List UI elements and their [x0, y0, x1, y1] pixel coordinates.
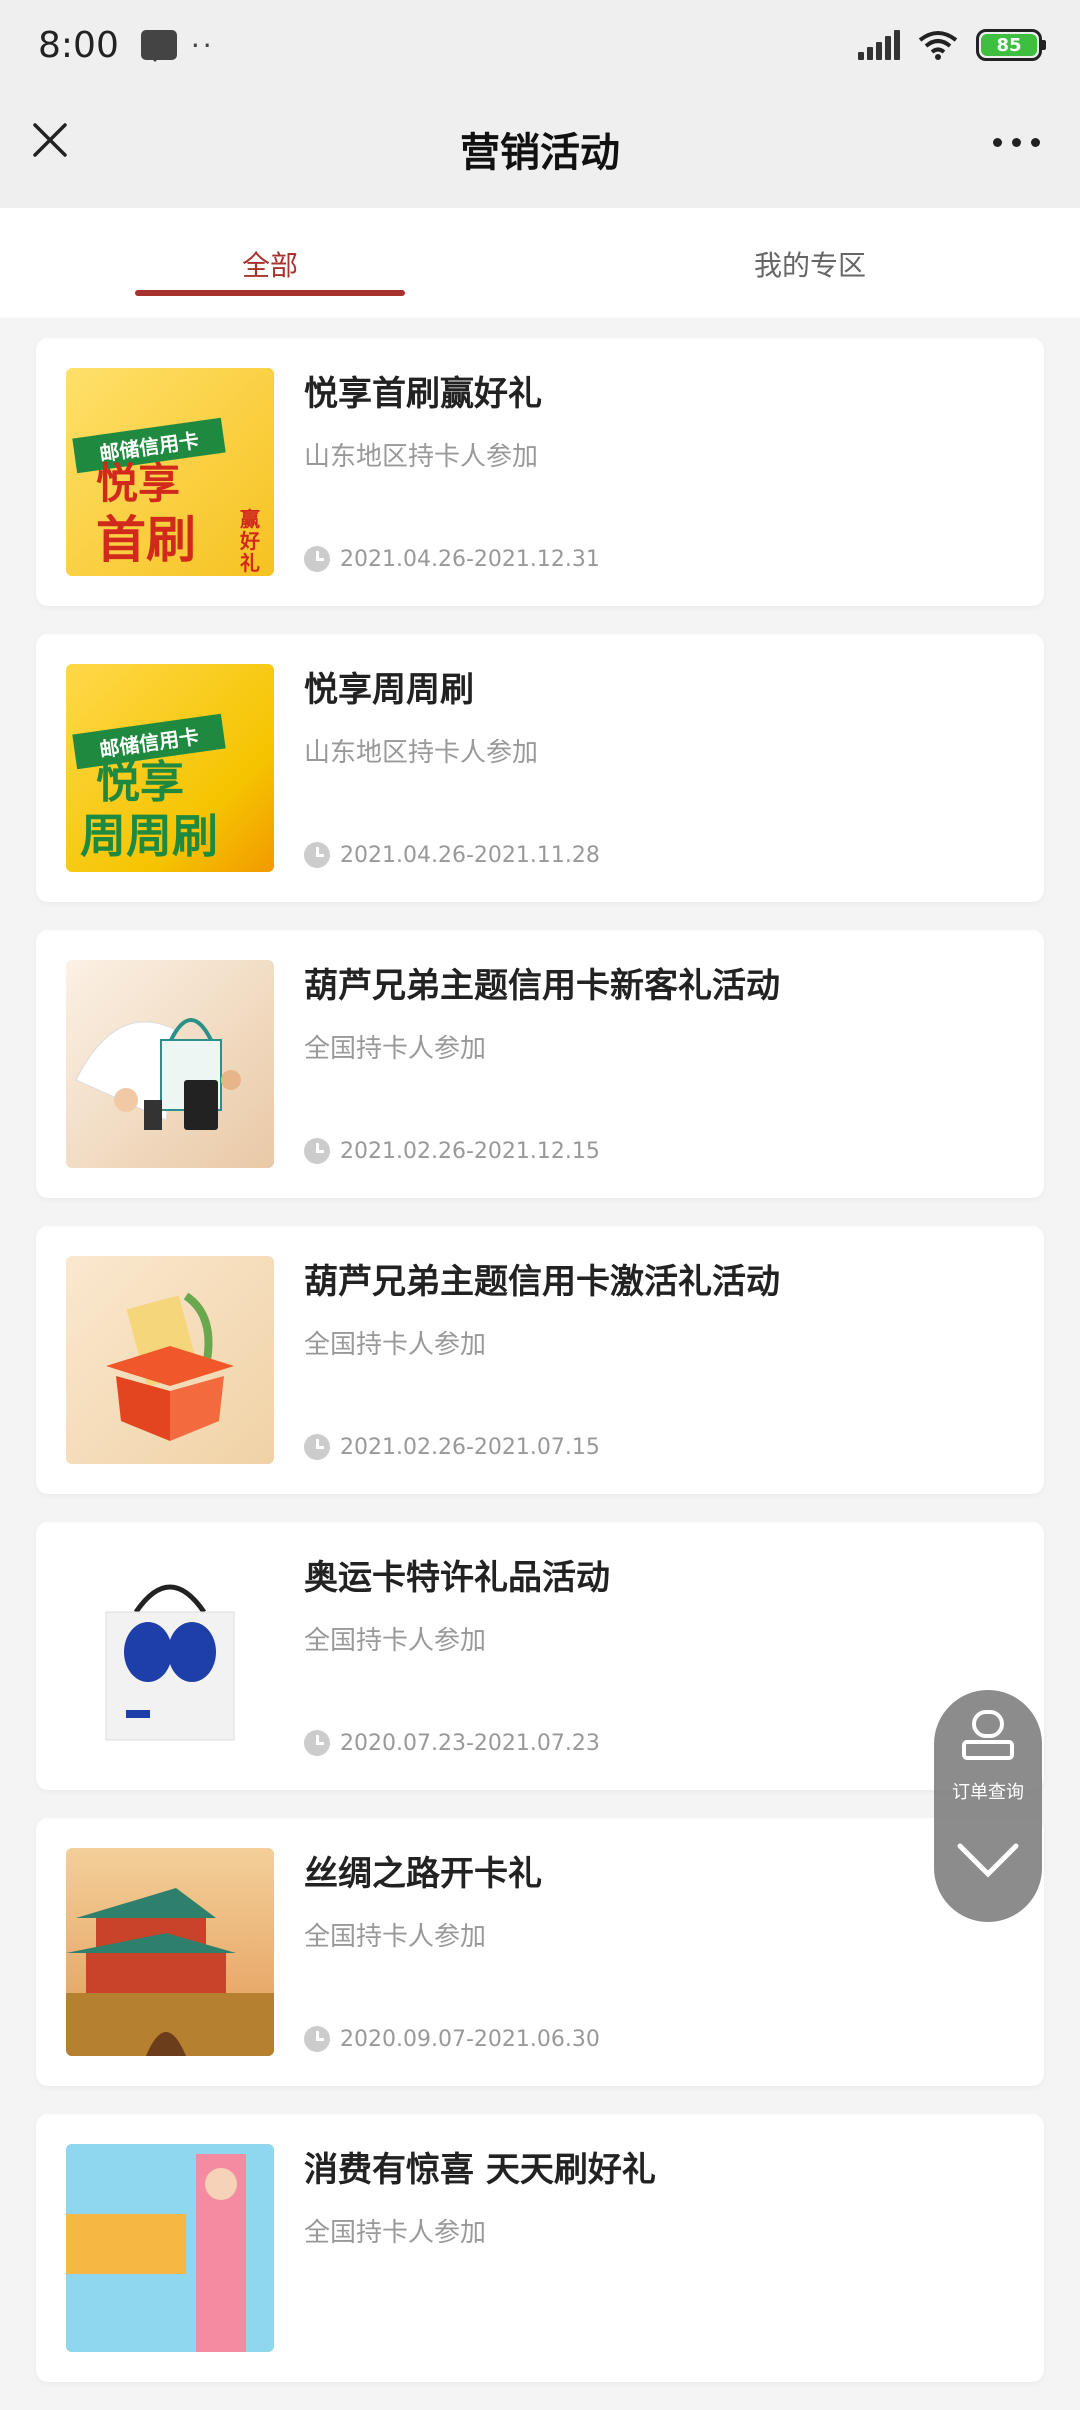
wifi-icon [918, 31, 958, 60]
nav-bar: 营销活动 [0, 90, 1080, 208]
activity-thumbnail [66, 960, 274, 1168]
activity-thumbnail [66, 1552, 274, 1760]
activity-thumbnail: 邮储信用卡 悦享 首刷 赢好礼 [66, 368, 274, 576]
pagoda-image [66, 1888, 274, 2056]
activity-thumbnail: 邮储信用卡 悦享 周周刷 [66, 664, 274, 872]
gift-bag-image [75, 1018, 241, 1130]
clock-icon [304, 1730, 330, 1756]
tote-bag-image [105, 1584, 235, 1741]
tab-all[interactable]: 全部 [0, 208, 540, 318]
clock-icon [304, 546, 330, 572]
activity-title: 奥运卡特许礼品活动 [304, 1558, 610, 1598]
activity-subtitle: 全国持卡人参加 [304, 1626, 487, 1656]
activity-subtitle: 山东地区持卡人参加 [304, 442, 539, 472]
message-icon [140, 30, 177, 62]
close-icon[interactable] [30, 120, 70, 160]
promo-image [66, 2144, 274, 2352]
page-title: 营销活动 [460, 130, 620, 176]
clock-icon [304, 1434, 330, 1460]
clock-icon [304, 2026, 330, 2052]
activity-title: 悦享首刷赢好礼 [304, 374, 542, 414]
signal-icon [858, 30, 900, 60]
activity-date: 2021.04.26-2021.12.31 [304, 546, 600, 572]
activity-title: 消费有惊喜 天天刷好礼 [304, 2150, 656, 2190]
clock-icon [304, 842, 330, 868]
activity-title: 悦享周周刷 [304, 670, 474, 710]
activity-subtitle: 全国持卡人参加 [304, 1034, 487, 1064]
activity-thumbnail [66, 2144, 274, 2352]
activity-card[interactable]: 邮储信用卡 悦享 周周刷 悦享周周刷 山东地区持卡人参加 2021.04.26-… [36, 634, 1044, 902]
gift-box-image [106, 1292, 234, 1441]
clock-icon [304, 1138, 330, 1164]
status-bar: 8:00 ·· 85 [0, 0, 1080, 90]
tab-my-zone[interactable]: 我的专区 [540, 208, 1080, 318]
activity-thumbnail [66, 1256, 274, 1464]
activity-card[interactable]: 葫芦兄弟主题信用卡新客礼活动 全国持卡人参加 2021.02.26-2021.1… [36, 930, 1044, 1198]
activity-date: 2020.07.23-2021.07.23 [304, 1730, 600, 1756]
tab-bar: 全部 我的专区 [0, 208, 1080, 318]
activity-card[interactable]: 消费有惊喜 天天刷好礼 全国持卡人参加 [36, 2114, 1044, 2382]
battery-level: 85 [996, 34, 1022, 56]
order-query-label: 订单查询 [952, 1782, 1024, 1803]
activity-date: 2021.02.26-2021.07.15 [304, 1434, 600, 1460]
battery-icon: 85 [976, 29, 1046, 61]
activity-subtitle: 全国持卡人参加 [304, 1330, 487, 1360]
status-time: 8:00 [38, 24, 119, 66]
activity-date: 2020.09.07-2021.06.30 [304, 2026, 600, 2052]
activity-card[interactable]: 丝绸之路开卡礼 全国持卡人参加 2020.09.07-2021.06.30 [36, 1818, 1044, 2086]
activity-date: 2021.04.26-2021.11.28 [304, 842, 600, 868]
activity-card[interactable]: 葫芦兄弟主题信用卡激活礼活动 全国持卡人参加 2021.02.26-2021.0… [36, 1226, 1044, 1494]
more-icon[interactable] [993, 138, 1040, 147]
activity-title: 葫芦兄弟主题信用卡激活礼活动 [304, 1262, 780, 1302]
activity-date: 2021.02.26-2021.12.15 [304, 1138, 600, 1164]
activity-title: 葫芦兄弟主题信用卡新客礼活动 [304, 966, 780, 1006]
order-query-button[interactable]: 订单查询 [934, 1690, 1042, 1922]
activity-title: 丝绸之路开卡礼 [304, 1854, 542, 1894]
activity-subtitle: 山东地区持卡人参加 [304, 738, 539, 768]
activity-list: 邮储信用卡 悦享 首刷 赢好礼 悦享首刷赢好礼 山东地区持卡人参加 2021.0… [0, 338, 1080, 2410]
activity-subtitle: 全国持卡人参加 [304, 2218, 487, 2248]
activity-card[interactable]: 邮储信用卡 悦享 首刷 赢好礼 悦享首刷赢好礼 山东地区持卡人参加 2021.0… [36, 338, 1044, 606]
more-notifications-icon: ·· [190, 28, 215, 62]
activity-thumbnail [66, 1848, 274, 2056]
chevron-down-icon[interactable] [956, 1838, 1020, 1886]
activity-card[interactable]: 奥运卡特许礼品活动 全国持卡人参加 2020.07.23-2021.07.23 [36, 1522, 1044, 1790]
user-icon [962, 1710, 1014, 1760]
activity-subtitle: 全国持卡人参加 [304, 1922, 487, 1952]
